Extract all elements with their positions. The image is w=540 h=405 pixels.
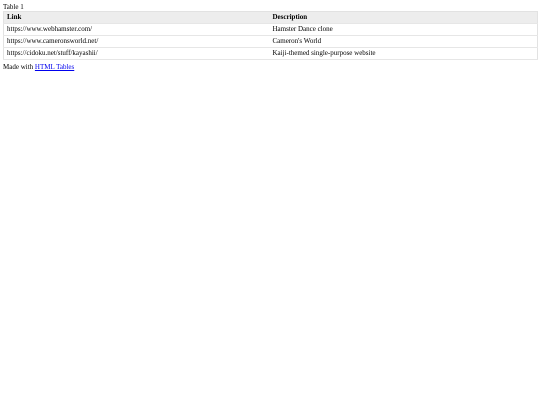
table-row: https://cidoku.net/stuff/kayashii/ Kaiji… [3,47,538,60]
table-cell-link: https://www.webhamster.com/ [3,23,270,36]
table-cell-description: Cameron's World [269,35,538,48]
table-row: https://www.webhamster.com/ Hamster Danc… [3,23,538,36]
column-header-description: Description [269,11,538,24]
footer: Made with HTML Tables [3,63,537,72]
html-tables-link[interactable]: HTML Tables [35,63,74,71]
footer-text: Made with [3,63,35,71]
table-header-row: Link Description [3,11,538,24]
table-cell-link: https://cidoku.net/stuff/kayashii/ [3,47,270,60]
table-cell-description: Kaiji-themed single-purpose website [269,47,538,60]
links-table: Link Description https://www.webhamster.… [3,11,538,60]
page: Table 1 Link Description https://www.web… [0,0,540,72]
table-cell-description: Hamster Dance clone [269,23,538,36]
table-row: https://www.cameronsworld.net/ Cameron's… [3,35,538,48]
table-caption: Table 1 [3,3,24,11]
column-header-link: Link [3,11,270,24]
table-cell-link: https://www.cameronsworld.net/ [3,35,270,48]
